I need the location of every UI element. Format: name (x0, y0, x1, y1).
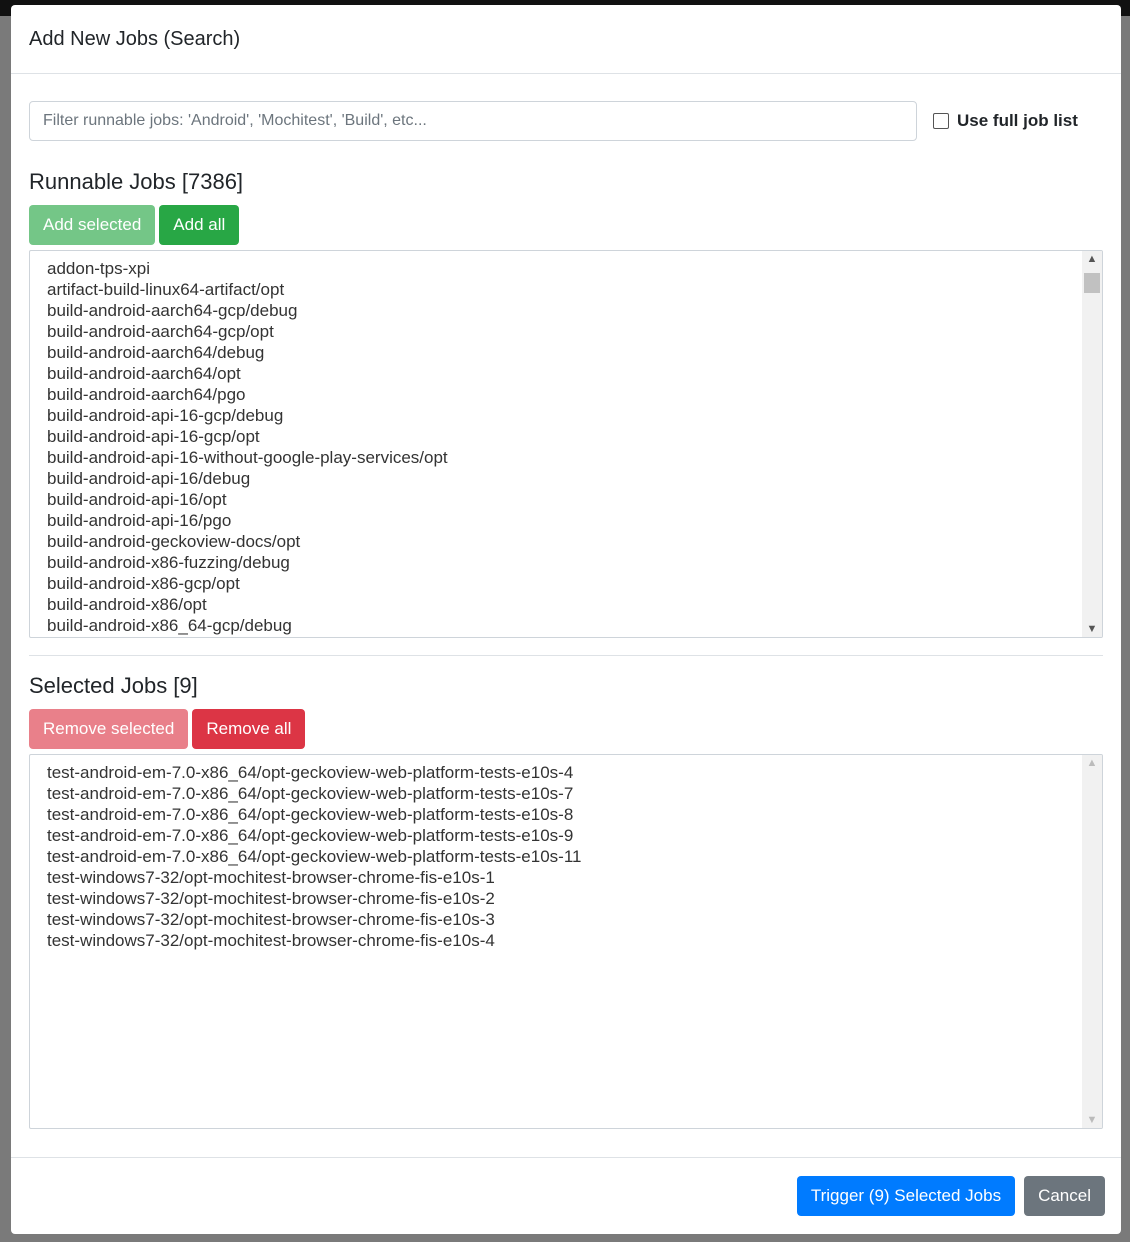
modal-footer: Trigger (9) Selected Jobs Cancel (11, 1157, 1121, 1234)
job-list-item[interactable]: build-android-aarch64/debug (47, 342, 1102, 363)
trigger-selected-jobs-button[interactable]: Trigger (9) Selected Jobs (796, 1176, 1016, 1216)
scrollbar-thumb[interactable] (1084, 273, 1100, 293)
chevron-down-icon[interactable]: ▼ (1082, 623, 1102, 635)
runnable-jobs-list[interactable]: addon-tps-xpi artifact-build-linux64-arti… (29, 250, 1103, 638)
filter-input[interactable] (29, 101, 917, 141)
scrollbar[interactable]: ▲ ▼ (1082, 251, 1102, 637)
job-list-item[interactable]: test-android-em-7.0-x86_64/opt-geckoview… (47, 825, 1102, 846)
job-list-item[interactable]: test-android-em-7.0-x86_64/opt-geckoview… (47, 846, 1102, 867)
job-list-item[interactable]: build-android-api-16-gcp/opt (47, 426, 1102, 447)
job-list-item[interactable]: build-android-api-16/debug (47, 468, 1102, 489)
add-new-jobs-modal: Add New Jobs (Search) Use full job list … (11, 5, 1121, 1234)
job-list-item[interactable]: artifact-build-linux64-artifact/opt (47, 279, 1102, 300)
job-list-item[interactable]: build-android-x86/opt (47, 594, 1102, 615)
selected-jobs-heading: Selected Jobs [9] (29, 673, 198, 698)
modal-title: Add New Jobs (Search) (29, 27, 241, 50)
job-list-item[interactable]: test-windows7-32/opt-mochitest-browser-c… (47, 909, 1102, 930)
use-full-job-list-checkbox[interactable]: Use full job list (933, 111, 1078, 131)
job-list-item[interactable]: build-android-x86-gcp/opt (47, 573, 1102, 594)
job-list-item[interactable]: test-android-em-7.0-x86_64/opt-geckoview… (47, 762, 1102, 783)
runnable-jobs-heading: Runnable Jobs [7386] (29, 169, 244, 194)
scrollbar[interactable]: ▲ ▼ (1082, 755, 1102, 1128)
modal-header: Add New Jobs (Search) (11, 5, 1121, 74)
add-selected-button[interactable]: Add selected (29, 205, 156, 245)
job-list-item[interactable]: build-android-aarch64/pgo (47, 384, 1102, 405)
cancel-button[interactable]: Cancel (1024, 1176, 1105, 1216)
job-list-item[interactable]: test-windows7-32/opt-mochitest-browser-c… (47, 930, 1102, 951)
job-list-item[interactable]: build-android-aarch64-gcp/opt (47, 321, 1102, 342)
add-all-button[interactable]: Add all (159, 205, 240, 245)
job-list-item[interactable]: build-android-geckoview-docs/opt (47, 531, 1102, 552)
job-list-item[interactable]: test-windows7-32/opt-mochitest-browser-c… (47, 867, 1102, 888)
divider (29, 655, 1103, 656)
job-list-item[interactable]: build-android-x86-fuzzing/debug (47, 552, 1102, 573)
chevron-up-icon[interactable]: ▲ (1082, 757, 1102, 769)
job-list-item[interactable]: build-android-api-16-gcp/debug (47, 405, 1102, 426)
job-list-item[interactable]: build-android-api-16/opt (47, 489, 1102, 510)
checkbox-label: Use full job list (957, 111, 1078, 130)
checkbox-icon[interactable] (933, 113, 949, 129)
job-list-item[interactable]: test-android-em-7.0-x86_64/opt-geckoview… (47, 783, 1102, 804)
job-list-item[interactable]: build-android-x86_64-gcp/debug (47, 615, 1102, 636)
chevron-down-icon[interactable]: ▼ (1082, 1114, 1102, 1126)
chevron-up-icon[interactable]: ▲ (1082, 253, 1102, 265)
job-list-item[interactable]: build-android-api-16/pgo (47, 510, 1102, 531)
job-list-item[interactable]: test-android-em-7.0-x86_64/opt-geckoview… (47, 804, 1102, 825)
remove-all-button[interactable]: Remove all (192, 709, 306, 749)
job-list-item[interactable]: addon-tps-xpi (47, 258, 1102, 279)
selected-jobs-list[interactable]: test-android-em-7.0-x86_64/opt-geckoview… (29, 754, 1103, 1129)
job-list-item[interactable]: build-android-api-16-without-google-play… (47, 447, 1102, 468)
remove-selected-button[interactable]: Remove selected (29, 709, 189, 749)
job-list-item[interactable]: build-android-aarch64-gcp/debug (47, 300, 1102, 321)
job-list-item[interactable]: build-android-aarch64/opt (47, 363, 1102, 384)
job-list-item[interactable]: test-windows7-32/opt-mochitest-browser-c… (47, 888, 1102, 909)
